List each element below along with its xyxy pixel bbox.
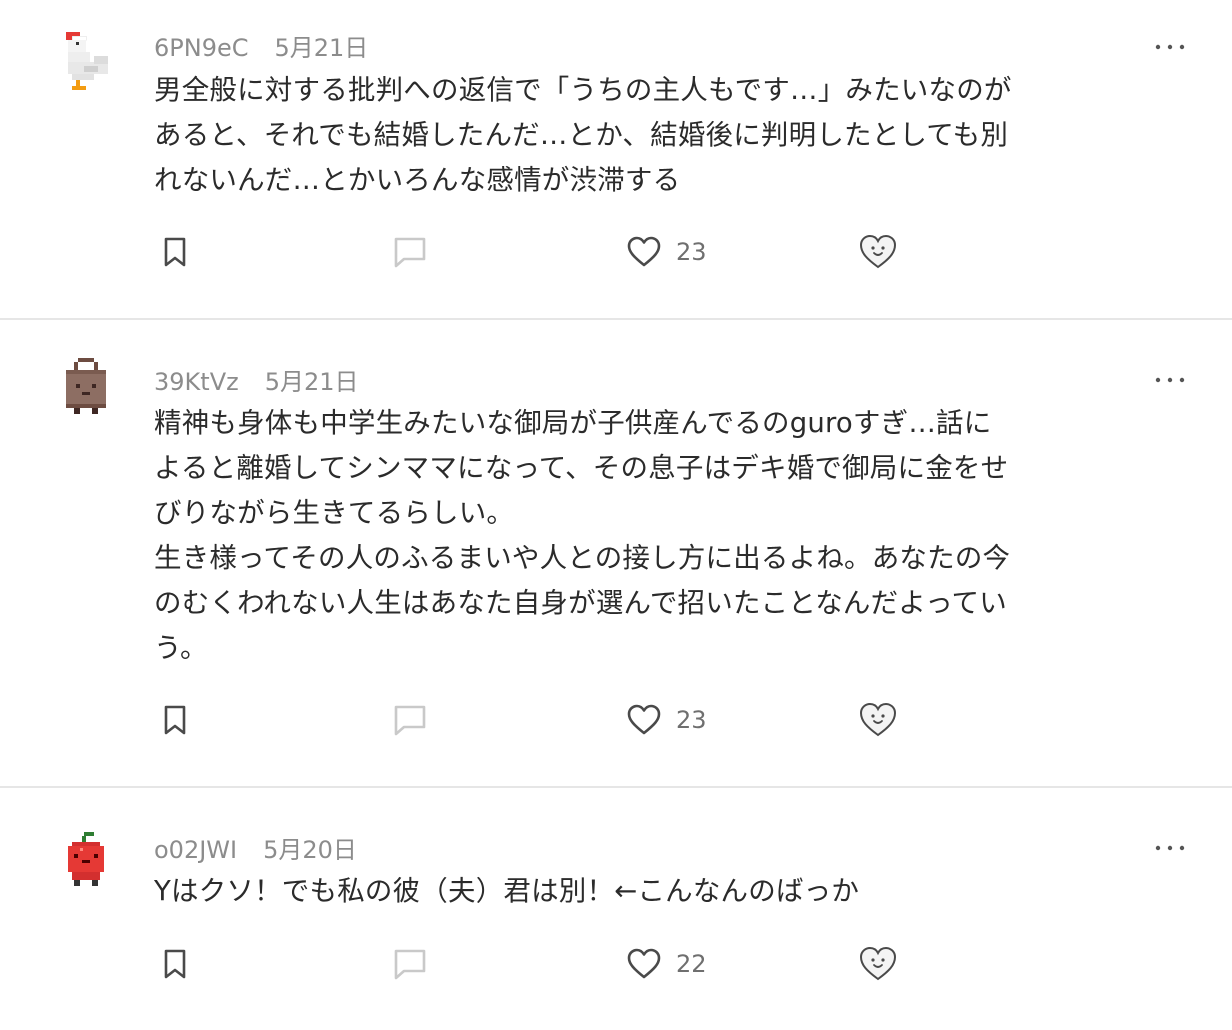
- reaction-button[interactable]: [858, 698, 898, 742]
- post-body: 精神も身体も中学生みたいな御局が子供産んでるのguroすぎ…話に よると離婚して…: [154, 401, 1094, 671]
- more-options-icon[interactable]: [1154, 843, 1186, 853]
- bag-avatar-icon[interactable]: [62, 358, 110, 418]
- post-meta: 6PN9eC 5月21日: [154, 28, 368, 63]
- like-count: 23: [676, 706, 707, 734]
- reply-button[interactable]: [392, 942, 428, 986]
- chicken-avatar-icon[interactable]: [62, 32, 110, 92]
- more-options-icon[interactable]: [1154, 375, 1186, 385]
- reaction-button[interactable]: [858, 942, 898, 986]
- reply-button[interactable]: [392, 230, 428, 274]
- post-text-line: あると、それでも結婚したんだ…とか、結婚後に判明したとしても別: [154, 119, 1009, 151]
- reply-button[interactable]: [392, 698, 428, 742]
- post-text-line: れないんだ…とかいろんな感情が渋滞する: [154, 164, 681, 196]
- bookmark-button[interactable]: [160, 698, 190, 742]
- comment-icon: [394, 949, 426, 980]
- smiling-heart-icon: [859, 702, 897, 737]
- like-count: 23: [676, 238, 707, 266]
- post-actions: 22: [0, 942, 1232, 986]
- apple-avatar-icon[interactable]: [62, 832, 110, 892]
- comment-icon: [394, 705, 426, 736]
- post-text-line: のむくわれない人生はあなた自身が選んで招いたことなんだよってい: [154, 587, 1007, 619]
- bookmark-button[interactable]: [160, 230, 190, 274]
- heart-icon: [627, 236, 661, 267]
- post-meta: 39KtVz 5月21日: [154, 362, 359, 397]
- heart-icon: [627, 704, 661, 735]
- post-meta: o02JWI 5月20日: [154, 830, 357, 865]
- like-button[interactable]: 22: [626, 942, 707, 986]
- reaction-button[interactable]: [858, 230, 898, 274]
- username[interactable]: 6PN9eC: [154, 34, 249, 62]
- post-actions: 23: [0, 698, 1232, 742]
- bookmark-button[interactable]: [160, 942, 190, 986]
- comment-icon: [394, 237, 426, 268]
- post-text-line: びりながら生きてるらしい。: [154, 497, 515, 529]
- post-body: 男全般に対する批判への返信で「うちの主人もです…」みたいなのが あると、それでも…: [154, 68, 1094, 203]
- post-text-line: 男全般に対する批判への返信で「うちの主人もです…」みたいなのが: [154, 74, 1012, 106]
- heart-icon: [627, 948, 661, 979]
- post-body: Yはクソ！でも私の彼（夫）君は別！←こんなんのばっか: [154, 869, 1094, 914]
- post-actions: 23: [0, 230, 1232, 274]
- username[interactable]: 39KtVz: [154, 368, 239, 396]
- post-text-line: 生き様ってその人のふるまいや人との接し方に出るよね。あなたの今: [154, 542, 1011, 574]
- post-date: 5月20日: [263, 836, 357, 864]
- post-divider: [0, 786, 1232, 788]
- bookmark-icon: [164, 237, 186, 267]
- smiling-heart-icon: [859, 234, 897, 269]
- post-date: 5月21日: [264, 368, 359, 396]
- bookmark-icon: [164, 705, 186, 735]
- post-date: 5月21日: [274, 34, 369, 62]
- post-text-line: よると離婚してシンママになって、その息子はデキ婚で御局に金をせ: [154, 452, 1009, 484]
- username[interactable]: o02JWI: [154, 836, 237, 864]
- post-divider: [0, 318, 1232, 320]
- like-count: 22: [676, 950, 707, 978]
- like-button[interactable]: 23: [626, 698, 707, 742]
- post-text-line: Yはクソ！でも私の彼（夫）君は別！←こんなんのばっか: [154, 875, 860, 907]
- like-button[interactable]: 23: [626, 230, 707, 274]
- post-text-line: 精神も身体も中学生みたいな御局が子供産んでるのguroすぎ…話に: [154, 407, 992, 439]
- more-options-icon[interactable]: [1154, 42, 1186, 52]
- bookmark-icon: [164, 949, 186, 979]
- smiling-heart-icon: [859, 946, 897, 981]
- post-text-line: う。: [154, 632, 208, 664]
